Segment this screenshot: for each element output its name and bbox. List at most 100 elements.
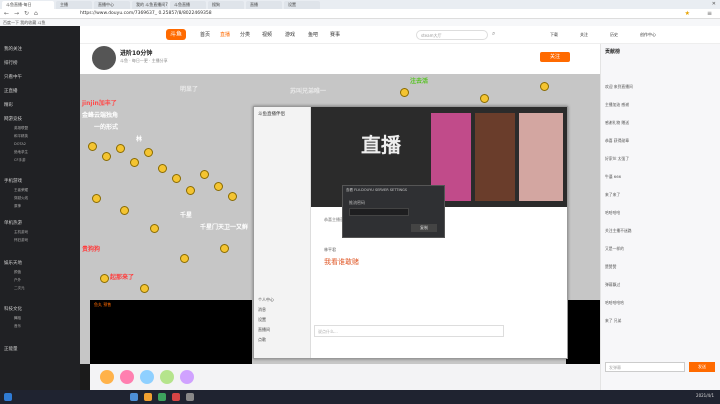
app-icon[interactable]	[130, 393, 138, 401]
sidebar-cat-13[interactable]: 舞蹈	[14, 316, 21, 321]
preview-player[interactable]: 鱼丸 预售	[90, 300, 252, 364]
url-field[interactable]: https://www.douyu.com/7369637_ 0.25857/8…	[80, 10, 280, 18]
chat-message: 好家伙 太强了	[605, 156, 629, 161]
sidebar-item-noon[interactable]: 只看中午	[4, 74, 22, 80]
nav-video[interactable]: 视频	[262, 31, 272, 38]
header-download[interactable]: 下载	[550, 32, 558, 38]
room-info: 进阶10分钟 斗鱼 · 每日一更 · 主播分享 关注	[80, 44, 600, 74]
tab-1[interactable]: 主播	[56, 1, 92, 9]
forward-icon[interactable]: →	[14, 10, 19, 17]
nav-yuba[interactable]: 鱼吧	[308, 31, 318, 38]
start-icon[interactable]	[4, 393, 12, 401]
sidebar-item-single[interactable]: 单机热游	[4, 220, 22, 226]
sunglasses-emoji-icon	[140, 284, 149, 293]
stream-key-field[interactable]	[349, 208, 409, 216]
tab-3[interactable]: 我的 斗鱼直播间7/	[132, 1, 168, 9]
danmu: 金峰云端独角	[82, 112, 119, 119]
header-follow[interactable]: 关注	[580, 32, 588, 38]
tab-6[interactable]: 直播	[246, 1, 282, 9]
app-chat-input[interactable]: 说点什么...	[314, 325, 504, 337]
avatar[interactable]	[92, 46, 116, 70]
sidebar-item-mobile[interactable]: 手机游戏	[4, 178, 22, 184]
menu-icon[interactable]: ≡	[707, 10, 712, 17]
nav-live[interactable]: 直播	[220, 31, 230, 38]
app-menu-item[interactable]: 直播间	[258, 327, 270, 333]
nav-category[interactable]: 分类	[240, 31, 250, 38]
sidebar-cat-5[interactable]: 王者荣耀	[14, 188, 28, 193]
app-icon[interactable]	[172, 393, 180, 401]
sidebar-cat-6[interactable]: 穿越火线	[14, 196, 28, 201]
bookmark-bar[interactable]: 百度一下 我的收藏 斗鱼	[0, 19, 720, 26]
star-icon[interactable]: ★	[685, 10, 690, 17]
app-icon[interactable]	[158, 393, 166, 401]
gift-icon[interactable]	[120, 370, 134, 384]
tab-5[interactable]: 搜狗	[208, 1, 244, 9]
chat-message: 又是一样的	[605, 246, 624, 251]
search-input[interactable]: steam大厅	[416, 30, 488, 40]
app-icon[interactable]	[186, 393, 194, 401]
nav-home[interactable]: 首页	[200, 31, 210, 38]
preview-label: 鱼丸 预售	[94, 302, 112, 307]
app-menu-item[interactable]: 设置	[258, 317, 266, 323]
header-history[interactable]: 历史	[610, 32, 618, 38]
sidebar-item-esports[interactable]: 网游竞技	[4, 116, 22, 122]
close-icon[interactable]: ✕	[712, 1, 716, 7]
copy-button[interactable]: 复制	[411, 224, 437, 232]
search-icon[interactable]: ⌕	[492, 30, 495, 38]
sidebar-cat-11[interactable]: 户外	[14, 278, 21, 283]
app-icon[interactable]	[144, 393, 152, 401]
nav-game[interactable]: 游戏	[285, 31, 295, 38]
sidebar-cat-7[interactable]: 原神	[14, 204, 21, 209]
sunglasses-emoji-icon	[220, 244, 229, 253]
gift-icon[interactable]	[160, 370, 174, 384]
sunglasses-emoji-icon	[400, 88, 409, 97]
sidebar-item-tech[interactable]: 科技文化	[4, 306, 22, 312]
sidebar-cat-2[interactable]: DOTA2	[14, 142, 26, 146]
home-icon[interactable]: ⌂	[34, 10, 38, 17]
chat-title: 贡献榜	[605, 49, 621, 55]
sidebar-item-fun[interactable]: 娱乐天地	[4, 260, 22, 266]
sidebar-cat-14[interactable]: 音乐	[14, 324, 21, 329]
sidebar-item-follow[interactable]: 我的关注	[4, 46, 22, 52]
thumb-image[interactable]	[475, 113, 515, 201]
thumb-image[interactable]	[519, 113, 563, 201]
sidebar-cat-8[interactable]: 主机游戏	[14, 230, 28, 235]
gift-icon[interactable]	[140, 370, 154, 384]
refresh-icon[interactable]: ↻	[24, 10, 29, 17]
sidebar-cat-10[interactable]: 颜值	[14, 270, 21, 275]
sidebar-item-live[interactable]: 正直播	[4, 88, 18, 94]
follow-button[interactable]: 关注	[540, 52, 570, 62]
sidebar-item-rank[interactable]: 排行榜	[4, 60, 18, 66]
chat-message: 主播加油 感谢	[605, 102, 629, 107]
app-menu-item[interactable]: 点歌	[258, 337, 266, 343]
nav-match[interactable]: 赛事	[330, 31, 340, 38]
gift-icon[interactable]	[100, 370, 114, 384]
sidebar-item-best[interactable]: 精彩	[4, 102, 13, 108]
chat-user: 林平君	[324, 247, 336, 252]
sunglasses-emoji-icon	[540, 82, 549, 91]
sidebar-cat-9[interactable]: 怀旧游戏	[14, 238, 28, 243]
back-icon[interactable]: ←	[4, 10, 9, 17]
tab-4[interactable]: 斗鱼直播	[170, 1, 206, 9]
sidebar-cat-1[interactable]: 和平精英	[14, 134, 28, 139]
chat-message: 哈哈哈哈哈	[605, 300, 624, 305]
sunglasses-emoji-icon	[158, 164, 167, 173]
danmu: 千星	[180, 212, 193, 219]
sidebar-cat-3[interactable]: 绝地求生	[14, 150, 28, 155]
sidebar-cat-4[interactable]: CF手游	[14, 158, 25, 163]
app-sidebar: 斗鱼直播伴侣 个人中心 消息 设置 直播间 点歌	[254, 107, 311, 358]
room-subtitle: 斗鱼 · 每日一更 · 主播分享	[120, 58, 168, 63]
app-menu-item[interactable]: 个人中心	[258, 297, 274, 303]
danmu-input[interactable]: 发弹幕	[605, 362, 685, 372]
tab-7[interactable]: 设置	[284, 1, 320, 9]
site-logo[interactable]: 斗鱼	[166, 29, 186, 40]
tab-2[interactable]: 直播中心	[94, 1, 130, 9]
sidebar-cat-0[interactable]: 英雄联盟	[14, 126, 28, 131]
sidebar-item-positive[interactable]: 正能量	[4, 346, 18, 352]
header-creator[interactable]: 创作中心	[640, 32, 656, 38]
sidebar-cat-12[interactable]: 二次元	[14, 286, 25, 291]
app-menu-item[interactable]: 消息	[258, 307, 266, 313]
send-button[interactable]: 发送	[689, 362, 715, 372]
tab-0[interactable]: 斗鱼直播-每日	[2, 1, 54, 9]
gift-icon[interactable]	[180, 370, 194, 384]
